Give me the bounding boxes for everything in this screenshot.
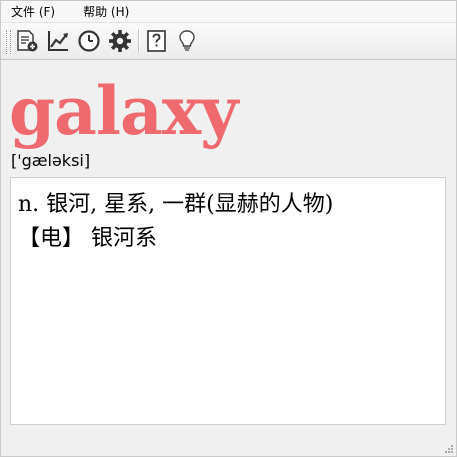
history-clock-icon <box>78 30 100 52</box>
definition-line: 【电】 银河系 <box>18 226 157 251</box>
chart-icon <box>48 31 68 51</box>
history-button[interactable] <box>76 28 102 54</box>
definition-line: n. 银河, 星系, 一群(显赫的人物) <box>18 192 334 217</box>
settings-button[interactable] <box>107 28 133 54</box>
chart-button[interactable] <box>45 28 71 54</box>
toolbar-grip[interactable] <box>6 30 11 54</box>
menu-bar: 文件 (F) 帮助 (H) <box>1 1 456 23</box>
resize-grip-icon[interactable] <box>444 444 454 454</box>
tip-button[interactable] <box>174 28 200 54</box>
phonetic-transcription: ['gæləksi] <box>11 151 91 170</box>
menu-file[interactable]: 文件 (F) <box>9 2 57 21</box>
add-document-button[interactable] <box>14 28 40 54</box>
add-document-icon <box>17 30 38 52</box>
headword: galaxy <box>9 72 238 150</box>
toolbar <box>1 23 456 60</box>
settings-gear-icon <box>109 30 131 52</box>
menu-help[interactable]: 帮助 (H) <box>81 2 131 21</box>
help-button[interactable] <box>144 28 170 54</box>
toolbar-separator <box>138 29 140 53</box>
help-question-icon <box>147 30 166 52</box>
definition-panel[interactable]: n. 银河, 星系, 一群(显赫的人物) 【电】 银河系 <box>10 177 446 425</box>
lightbulb-icon <box>179 30 195 51</box>
